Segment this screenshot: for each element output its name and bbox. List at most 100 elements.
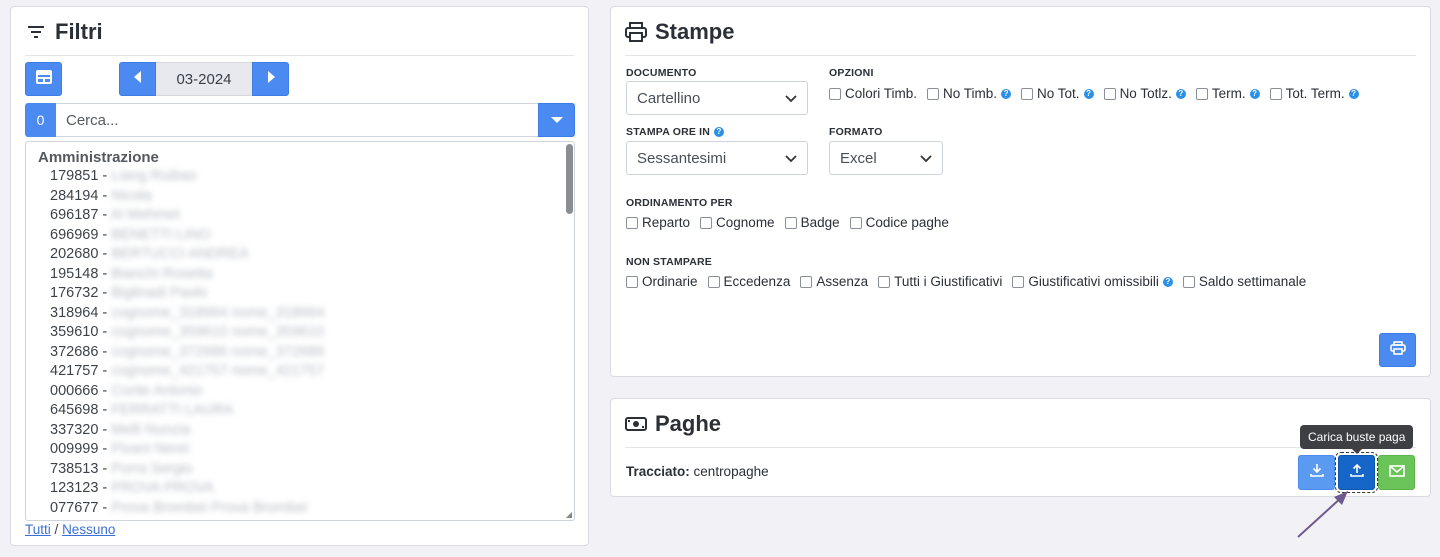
paghe-header: Paghe <box>625 411 1416 448</box>
employee-code: 696969 - <box>50 226 108 243</box>
checkbox[interactable] <box>700 216 713 229</box>
list-scrollbar[interactable] <box>566 144 573 214</box>
help-icon[interactable]: ? <box>1175 88 1186 99</box>
help-icon[interactable]: ? <box>1348 88 1359 99</box>
employee-name: Prova Brombei Prova Brombei <box>111 499 308 516</box>
employee-row[interactable]: 284194 - Nicola <box>26 187 574 207</box>
checkbox[interactable] <box>1012 275 1025 288</box>
order-reparto[interactable]: Reparto <box>626 215 690 230</box>
skip-giustificativi-omissibili[interactable]: Giustificativi omissibili? <box>1012 274 1173 289</box>
order-badge[interactable]: Badge <box>784 215 840 230</box>
employee-name: Al Mehmet <box>110 207 180 223</box>
chevron-down-icon <box>920 150 932 167</box>
skip-eccedenza[interactable]: Eccedenza <box>707 274 790 289</box>
upload-icon <box>1349 463 1364 482</box>
non-stampare-label: NON STAMPARE <box>626 256 713 268</box>
employee-name: BENETTI LINO <box>111 226 211 243</box>
checkbox[interactable] <box>800 275 813 288</box>
checkbox[interactable] <box>829 87 841 100</box>
employee-row[interactable]: 337320 - Melli Nunzia <box>26 421 574 441</box>
checkbox[interactable] <box>927 87 940 100</box>
calendar-icon <box>35 69 53 90</box>
chevron-down-icon <box>785 90 797 107</box>
employee-row[interactable]: 176732 - Biglinadi Paolo <box>26 284 574 304</box>
tracciato-label: Tracciato: <box>626 464 690 479</box>
checkbox[interactable] <box>626 216 638 229</box>
calendar-toggle-button[interactable] <box>25 62 62 96</box>
checkbox[interactable] <box>1021 87 1034 100</box>
printer-icon <box>1389 340 1406 360</box>
money-icon <box>625 413 647 435</box>
checkbox[interactable] <box>1269 87 1282 100</box>
help-icon[interactable]: ? <box>714 127 725 137</box>
help-icon[interactable]: ? <box>1249 88 1260 99</box>
documento-select[interactable]: Cartellino <box>626 81 808 115</box>
skip-assenza[interactable]: Assenza <box>800 274 868 289</box>
employee-row[interactable]: 077677 - Prova Brombei Prova Brombei <box>26 499 574 519</box>
option-no-totlz[interactable]: No Totlz.? <box>1103 86 1186 101</box>
employee-row[interactable]: 359610 - cognome_359610 nome_359610 <box>26 323 574 343</box>
checkbox[interactable] <box>849 216 862 229</box>
checkbox[interactable] <box>626 275 638 288</box>
skip-ordinarie[interactable]: Ordinarie <box>626 274 698 289</box>
option-no-timb[interactable]: No Timb.? <box>927 86 1012 101</box>
option-no-tot[interactable]: No Tot.? <box>1021 86 1094 101</box>
employee-code: 123123 - <box>50 480 108 496</box>
employee-row[interactable]: 421757 - cognome_421757 nome_421757 <box>26 362 574 382</box>
formato-select[interactable]: Excel <box>829 141 943 175</box>
employee-row[interactable]: 738513 - Porra Sergio <box>26 460 574 480</box>
option-term[interactable]: Term.? <box>1195 86 1260 101</box>
order-cognome[interactable]: Cognome <box>700 215 775 230</box>
ordinamento-label: ORDINAMENTO PER <box>626 197 733 209</box>
employee-code: 645698 - <box>50 402 108 418</box>
help-icon[interactable]: ? <box>1001 88 1012 99</box>
employee-row[interactable]: 372686 - cognome_372686 nome_372686 <box>26 343 574 363</box>
select-none-link[interactable]: Nessuno <box>62 522 115 537</box>
employee-row[interactable]: 195148 - Bianchi Rosetta <box>26 265 574 285</box>
employee-row[interactable]: 645698 - FERRATTI LAURA <box>26 401 574 421</box>
filtri-header: Filtri <box>25 19 574 56</box>
employee-name: cognome_359610 nome_359610 <box>111 324 325 340</box>
employee-row[interactable]: 123123 - PROVA PROVA <box>26 479 574 499</box>
checkbox[interactable] <box>1103 87 1116 100</box>
stampa-ore-select[interactable]: Sessantesimi <box>626 141 808 175</box>
employee-code: 738513 - <box>50 460 108 477</box>
employee-code: 421757 - <box>50 363 108 379</box>
checkbox[interactable] <box>784 216 797 229</box>
next-month-button[interactable] <box>252 62 289 96</box>
stampa-ore-value: Sessantesimi <box>637 149 727 167</box>
employee-row[interactable]: 318964 - cognome_318964 nome_318964 <box>26 304 574 324</box>
email-button[interactable] <box>1378 455 1415 490</box>
employee-name: cognome_318964 nome_318964 <box>111 304 325 321</box>
resize-grip-icon[interactable]: ◢ <box>566 510 572 519</box>
employee-name: Bianchi Rosetta <box>111 265 213 282</box>
employee-row[interactable]: 000666 - Conte Antonio <box>26 382 574 402</box>
print-button[interactable] <box>1379 333 1416 367</box>
skip-tutti-giustificativi[interactable]: Tutti i Giustificativi <box>878 274 1002 289</box>
order-codice-paghe[interactable]: Codice paghe <box>849 215 949 230</box>
employee-row[interactable]: 179851 - Liang Ruibao <box>26 167 574 187</box>
employee-row[interactable]: 696187 - Al Mehmet <box>26 206 574 226</box>
select-separator: / <box>54 522 59 537</box>
checkbox[interactable] <box>707 275 720 288</box>
current-month[interactable]: 03-2024 <box>156 62 252 96</box>
skip-saldo-settimanale[interactable]: Saldo settimanale <box>1182 274 1306 289</box>
search-input[interactable] <box>56 103 538 137</box>
group-header[interactable]: Amministrazione <box>26 142 574 167</box>
previous-month-button[interactable] <box>119 62 156 96</box>
checkbox[interactable] <box>878 275 891 288</box>
checkbox[interactable] <box>1182 275 1195 288</box>
employee-code: 009999 - <box>50 441 108 457</box>
option-tot-term[interactable]: Tot. Term.? <box>1269 86 1359 101</box>
employee-list[interactable]: Amministrazione 179851 - Liang Ruibao 284… <box>25 141 575 521</box>
help-icon[interactable]: ? <box>1162 276 1173 287</box>
employee-name: Conte Antonio <box>111 382 203 399</box>
employee-row[interactable]: 009999 - Pivani Nerei <box>26 440 574 460</box>
option-colori-timb[interactable]: Colori Timb. <box>829 86 917 101</box>
select-all-link[interactable]: Tutti <box>25 522 51 537</box>
help-icon[interactable]: ? <box>1083 88 1094 99</box>
checkbox[interactable] <box>1195 87 1208 100</box>
search-dropdown-button[interactable] <box>538 103 575 137</box>
employee-row[interactable]: 202680 - BERTUCCI ANDREA <box>26 245 574 265</box>
employee-row[interactable]: 696969 - BENETTI LINO <box>26 226 574 246</box>
